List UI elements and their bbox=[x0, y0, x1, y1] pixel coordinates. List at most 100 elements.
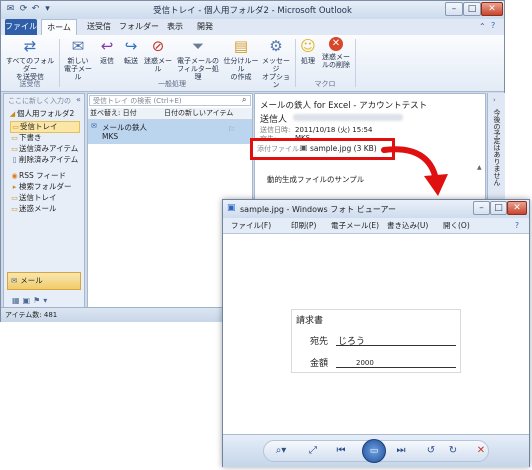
rotate-right-icon[interactable]: ↻ bbox=[445, 444, 461, 458]
nav-root-folder[interactable]: ◢ 個人用フォルダ2 bbox=[8, 109, 74, 119]
navigation-pane: ここに新しく入力の « ◢ 個人用フォルダ2 ▭受信トレイ ▭下書き ▭送信済みア… bbox=[3, 93, 85, 315]
ribbon: ⇄ すべてのフォルダー を送受信 送受信 ✉ 新しい 電子メール ↩ 返信 ↪ … bbox=[1, 35, 504, 92]
actual-size-icon[interactable]: ⤢ bbox=[305, 444, 321, 458]
attachment-callout: 添付ファイル: ▣ sample.jpg (3 KB) bbox=[250, 138, 395, 160]
minimize-button[interactable]: – bbox=[445, 2, 463, 16]
tab-file[interactable]: ファイル bbox=[5, 19, 37, 35]
tab-view[interactable]: 表示 bbox=[161, 19, 189, 35]
menu-print[interactable]: 印刷(P) bbox=[291, 218, 316, 233]
new-mail-button[interactable]: ✉ 新しい 電子メール bbox=[61, 37, 95, 81]
tab-send-receive[interactable]: 送受信 bbox=[81, 19, 117, 35]
tab-home[interactable]: ホーム bbox=[41, 19, 77, 35]
viewer-maximize-button[interactable]: □ bbox=[490, 201, 507, 215]
mail-body: 動的生成ファイルのサンプル bbox=[267, 175, 365, 184]
tab-developer[interactable]: 開発 bbox=[191, 19, 219, 35]
message-sender: MKS bbox=[102, 132, 119, 141]
message-row[interactable]: ✉ メールの鉄人 MKS ⚐ bbox=[88, 120, 252, 144]
forward-icon: ↪ bbox=[124, 37, 138, 55]
viewer-minimize-button[interactable]: – bbox=[473, 201, 490, 215]
send-receive-icon: ⇄ bbox=[23, 37, 37, 55]
image-file-icon: ▣ bbox=[300, 143, 308, 152]
invoice-heading: 請求書 bbox=[296, 316, 324, 326]
nav-folder-rss[interactable]: ◉RSS フィード bbox=[10, 171, 66, 181]
outbox-icon: ▭ bbox=[11, 194, 18, 202]
rules-icon: ▤ bbox=[233, 37, 249, 55]
menu-file[interactable]: ファイル(F) bbox=[231, 218, 271, 233]
zoom-icon[interactable]: ⌕▾ bbox=[273, 444, 289, 458]
options-icon: ⚙ bbox=[269, 37, 283, 55]
viewer-window-title: sample.jpg - Windows フォト ビューアー bbox=[240, 205, 396, 214]
send-receive-all-button[interactable]: ⇄ すべてのフォルダー を送受信 bbox=[3, 37, 57, 81]
maximize-button[interactable]: □ bbox=[463, 2, 481, 16]
create-rule-button[interactable]: ▤ 仕分けルール の作成 bbox=[221, 37, 261, 81]
sort-order[interactable]: 日付の新しいアイテム bbox=[164, 108, 233, 119]
mail-icon: ✉ bbox=[11, 276, 18, 285]
group-macro: マクロ bbox=[314, 80, 336, 88]
invoice-name-label: 宛先 bbox=[310, 337, 329, 347]
trash-icon: ▯ bbox=[12, 156, 17, 164]
envelope-icon: ✉ bbox=[91, 122, 97, 130]
nav-folder-outbox[interactable]: ▭送信トレイ bbox=[10, 193, 56, 203]
tab-folder[interactable]: フォルダー bbox=[119, 19, 159, 35]
reply-button[interactable]: ↩ 返信 bbox=[95, 37, 119, 65]
group-send-receive: 送受信 bbox=[19, 80, 41, 88]
search-folder-icon: ▸ bbox=[12, 183, 17, 191]
viewer-title-bar: ▣ sample.jpg - Windows フォト ビューアー – □ ✕ bbox=[223, 200, 529, 218]
filter-icon: ⏷ bbox=[191, 37, 204, 55]
menu-email[interactable]: 電子メール(E) bbox=[331, 218, 379, 233]
invoice-amount-value: 2000 bbox=[356, 359, 374, 367]
previous-icon[interactable]: ⏮ bbox=[333, 444, 349, 458]
menu-open[interactable]: 開く(O) bbox=[443, 218, 470, 233]
rss-icon: ◉ bbox=[11, 172, 18, 180]
delete-icon[interactable]: ✕ bbox=[473, 444, 489, 458]
invoice-image: 請求書 宛先 じろう 金額 2000 bbox=[291, 309, 461, 373]
slideshow-button[interactable]: ▭ bbox=[362, 439, 386, 463]
nav-folder-drafts[interactable]: ▭下書き bbox=[10, 133, 41, 143]
ribbon-separator bbox=[59, 39, 60, 87]
junk-folder-icon: ▭ bbox=[11, 205, 18, 213]
todo-label: 今後の予定はありません bbox=[493, 109, 501, 186]
process-button[interactable]: ☺ 処理 bbox=[297, 37, 319, 65]
rotate-left-icon[interactable]: ↺ bbox=[423, 444, 439, 458]
search-input[interactable]: 受信トレイ の検索 (Ctrl+E) bbox=[89, 95, 251, 106]
collapse-triangle-icon: ◢ bbox=[9, 110, 16, 118]
flag-icon[interactable]: ⚐ bbox=[228, 125, 235, 134]
next-icon[interactable]: ⏭ bbox=[393, 444, 409, 458]
nav-folder-search[interactable]: ▸ 検索フォルダー bbox=[10, 182, 72, 192]
attachment-file[interactable]: sample.jpg (3 KB) bbox=[310, 144, 377, 153]
sent-icon: ▭ bbox=[11, 145, 18, 153]
invoice-amount-label: 金額 bbox=[310, 359, 329, 369]
delete-junk-button[interactable]: ✕ 迷惑メー ルの削除 bbox=[319, 37, 353, 69]
outlook-window-title: 受信トレイ - 個人用フォルダ2 - Microsoft Outlook bbox=[153, 6, 352, 16]
nav-folder-deleted[interactable]: ▯ 削除済みアイテム bbox=[10, 155, 79, 165]
search-icon[interactable]: ⌕ bbox=[242, 95, 246, 105]
nav-mail-button[interactable]: ✉ メール bbox=[7, 272, 81, 290]
smile-icon: ☺ bbox=[300, 37, 316, 55]
expand-todo-icon[interactable]: › bbox=[493, 96, 496, 104]
close-button[interactable]: ✕ bbox=[481, 2, 503, 16]
delete-junk-icon: ✕ bbox=[329, 37, 343, 51]
ribbon-tabs: ファイル ホーム 送受信 フォルダー 表示 開発 ⌃ ? bbox=[1, 19, 504, 35]
nav-folder-junk[interactable]: ▭迷惑メール bbox=[10, 204, 56, 214]
item-count: アイテム数: 481 bbox=[5, 311, 58, 319]
nav-module-icons[interactable]: ▦▣⚑▾ bbox=[12, 296, 50, 305]
inbox-icon: ▭ bbox=[12, 123, 19, 131]
viewer-close-button[interactable]: ✕ bbox=[507, 201, 527, 215]
collapse-pane-icon[interactable]: « bbox=[76, 95, 81, 104]
junk-button[interactable]: ⊘ 迷惑メール bbox=[143, 37, 173, 73]
menu-burn[interactable]: 書き込み(U) bbox=[387, 218, 428, 233]
nav-folder-sent[interactable]: ▭送信済みアイテム bbox=[10, 144, 78, 154]
viewer-canvas: 請求書 宛先 じろう 金額 2000 bbox=[223, 234, 529, 434]
ribbon-collapse-icon[interactable]: ⌃ bbox=[479, 22, 486, 31]
viewer-help-icon[interactable]: ? bbox=[515, 218, 519, 233]
nav-folder-inbox[interactable]: ▭受信トレイ bbox=[10, 121, 80, 133]
ribbon-separator bbox=[355, 39, 356, 87]
scroll-up-icon[interactable]: ▲ bbox=[477, 164, 482, 171]
help-icon[interactable]: ? bbox=[491, 21, 495, 30]
drafts-icon: ▭ bbox=[11, 134, 18, 142]
filter-email-button[interactable]: ⏷ 電子メールの フィルター処理 bbox=[175, 37, 221, 81]
sort-by[interactable]: 並べ替え: 日付 bbox=[90, 108, 137, 119]
photo-viewer-window: ▣ sample.jpg - Windows フォト ビューアー – □ ✕ フ… bbox=[222, 199, 530, 467]
forward-button[interactable]: ↪ 転送 bbox=[119, 37, 143, 65]
message-options-button[interactable]: ⚙ メッセージ オプション bbox=[259, 37, 293, 89]
